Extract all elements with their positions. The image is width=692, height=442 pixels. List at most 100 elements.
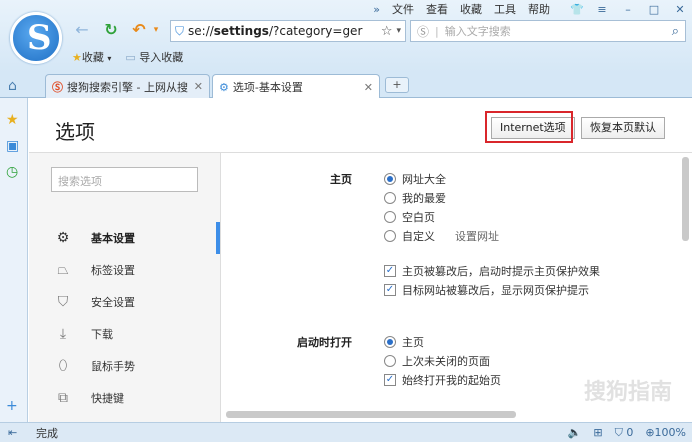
sogou-tab-icon: Ⓢ	[52, 80, 63, 94]
minimize-icon[interactable]: –	[622, 3, 634, 16]
horizontal-scrollbar[interactable]	[226, 411, 516, 418]
menu-icon[interactable]: ≡	[596, 3, 608, 16]
menu-tools[interactable]: 工具	[494, 1, 516, 17]
refresh-icon[interactable]: ↻	[100, 20, 122, 40]
address-dropdown-icon[interactable]: ▾	[396, 26, 401, 36]
sogou-search-icon: Ⓢ	[417, 24, 430, 39]
search-icon[interactable]: ⌕	[672, 24, 679, 39]
history-rail-icon[interactable]: ◷	[6, 164, 18, 180]
address-url[interactable]: se://settings/?category=ger	[188, 24, 377, 38]
close-icon[interactable]: ✕	[674, 3, 686, 16]
sidebar-item-gestures[interactable]: ⬯ 鼠标手势	[29, 350, 221, 382]
shield-status-icon: ⛉	[614, 425, 623, 439]
search-box[interactable]: Ⓢ | 输入文字搜索 ⌕	[410, 20, 686, 42]
zoom-control[interactable]: ⊕100%	[645, 426, 686, 439]
settings-content: 主页 网址大全 我的最爱 空白页 自定义 设置网址 ✓ 主页被篡改后，启动时提示主页…	[222, 153, 692, 422]
radio-icon[interactable]	[384, 173, 396, 185]
tab-settings[interactable]: ⚙ 选项-基本设置 ✕	[212, 74, 380, 99]
sidebar-item-download[interactable]: ⤓ 下载	[29, 318, 221, 350]
menu-favorites[interactable]: 收藏	[460, 1, 482, 17]
undo-dropdown-icon[interactable]: ▾	[150, 20, 162, 40]
star-icon[interactable]: ☆	[381, 24, 393, 39]
highlight-box	[485, 111, 573, 143]
add-rail-icon[interactable]: +	[6, 398, 18, 414]
radio-icon[interactable]	[384, 192, 396, 204]
radio-icon[interactable]	[384, 336, 396, 348]
settings-sidebar: 搜索选项 ⚙ 基本设置 ⏢ 标签设置 ⛉ 安全设置 ⤓ 下载 ⬯ 鼠标手势 ⧉ …	[29, 153, 221, 422]
close-tab-icon[interactable]: ✕	[364, 81, 373, 94]
menu-help[interactable]: 帮助	[528, 1, 550, 17]
import-favorites-button[interactable]: ▭ 导入收藏	[125, 49, 183, 65]
maximize-icon[interactable]: □	[648, 3, 660, 16]
settings-search-input[interactable]: 搜索选项	[51, 167, 198, 192]
menu-chevron[interactable]: »	[373, 3, 380, 16]
extension-icon[interactable]: ⊞	[593, 426, 602, 439]
shield-count[interactable]: ⛉ 0	[615, 426, 634, 440]
download-icon: ⤓	[59, 326, 67, 342]
set-url-link[interactable]: 设置网址	[455, 228, 499, 244]
reader-rail-icon[interactable]: ▣	[6, 138, 19, 154]
startup-option-last[interactable]: 上次未关闭的页面	[384, 353, 490, 369]
restore-defaults-button[interactable]: 恢复本页默认	[581, 117, 665, 139]
watermark: 搜狗指南	[583, 380, 672, 405]
radio-icon[interactable]	[384, 355, 396, 367]
bookmarks-bar: ★收藏 ▾ ▭ 导入收藏	[72, 49, 183, 65]
search-input[interactable]: 输入文字搜索	[445, 23, 666, 39]
sogou-logo: S	[10, 12, 62, 64]
address-bar[interactable]: ⛉ se://settings/?category=ger ☆ ▾	[170, 20, 406, 42]
tab-label: 搜狗搜索引擎 - 上网从搜	[67, 80, 188, 94]
settings-tab-icon: ⚙	[219, 80, 229, 94]
homepage-protect-check[interactable]: ✓ 主页被篡改后，启动时提示主页保护效果	[384, 263, 600, 279]
favorites-rail-icon[interactable]: ★	[6, 112, 19, 128]
sidebar-item-shortcuts[interactable]: ⧉ 快捷键	[29, 382, 221, 414]
tab-label: 选项-基本设置	[232, 81, 303, 94]
shortcut-icon: ⧉	[58, 390, 68, 406]
page-title: 选项	[55, 120, 95, 144]
new-tab-button[interactable]: +	[385, 77, 409, 93]
startup-label: 启动时打开	[297, 336, 352, 349]
favorites-button[interactable]: ★收藏 ▾	[72, 49, 111, 65]
mouse-icon: ⬯	[58, 358, 68, 374]
homepage-label: 主页	[330, 173, 352, 186]
browser-toolbar: S » 文件 查看 收藏 工具 帮助 👕 ≡ – □ ✕ ← ↻ ↶ ▾ ⛉ s…	[0, 0, 692, 72]
zoom-icon: ⊕	[645, 426, 655, 439]
shield-icon: ⛉	[175, 23, 185, 38]
active-indicator	[216, 222, 220, 254]
menu-file[interactable]: 文件	[392, 1, 414, 17]
sidebar-item-basic[interactable]: ⚙ 基本设置	[29, 222, 221, 254]
sidebar-item-tabs[interactable]: ⏢ 标签设置	[29, 254, 221, 286]
checkbox-icon[interactable]: ✓	[384, 284, 396, 296]
tab-icon: ⏢	[57, 262, 69, 278]
site-protect-check[interactable]: ✓ 目标网站被篡改后，显示网页保护提示	[384, 282, 589, 298]
shield-check-icon: ⛉	[57, 294, 69, 310]
homepage-option-blank[interactable]: 空白页	[384, 209, 435, 225]
undo-icon[interactable]: ↶	[128, 20, 150, 40]
sidebar-item-security[interactable]: ⛉ 安全设置	[29, 286, 221, 318]
checkbox-icon[interactable]: ✓	[384, 374, 396, 386]
side-rail: ★ ▣ ◷ +	[0, 98, 28, 422]
homepage-option-custom[interactable]: 自定义 设置网址	[384, 228, 499, 244]
homepage-option-nav[interactable]: 网址大全	[384, 171, 446, 187]
star-fav-icon: ★	[72, 51, 82, 64]
back-icon[interactable]: ←	[72, 20, 92, 40]
startup-option-home[interactable]: 主页	[384, 334, 424, 350]
search-separator: |	[435, 24, 439, 38]
status-text: 完成	[36, 426, 58, 440]
checkbox-icon[interactable]: ✓	[384, 265, 396, 277]
settings-page: 选项 Internet选项 恢复本页默认 搜索选项 ⚙ 基本设置 ⏢ 标签设置 …	[29, 98, 692, 422]
close-tab-icon[interactable]: ✕	[194, 80, 203, 93]
vertical-scrollbar[interactable]	[682, 157, 689, 241]
sidebar-toggle-icon[interactable]: ⇤	[8, 426, 17, 439]
home-icon[interactable]: ⌂	[8, 78, 17, 94]
radio-icon[interactable]	[384, 211, 396, 223]
gear-icon: ⚙	[56, 230, 70, 246]
skin-icon[interactable]: 👕	[570, 3, 584, 16]
folder-icon: ▭	[125, 51, 136, 64]
speaker-icon[interactable]: 🔈	[568, 426, 582, 439]
radio-icon[interactable]	[384, 230, 396, 242]
tab-sogou-search[interactable]: Ⓢ 搜狗搜索引擎 - 上网从搜 ✕	[45, 74, 210, 98]
menu-view[interactable]: 查看	[426, 1, 448, 17]
homepage-option-favorite[interactable]: 我的最爱	[384, 190, 446, 206]
status-bar: ⇤ 完成 🔈 ⊞ ⛉ 0 ⊕100%	[0, 422, 692, 442]
startup-start-page-check[interactable]: ✓ 始终打开我的起始页	[384, 372, 501, 388]
